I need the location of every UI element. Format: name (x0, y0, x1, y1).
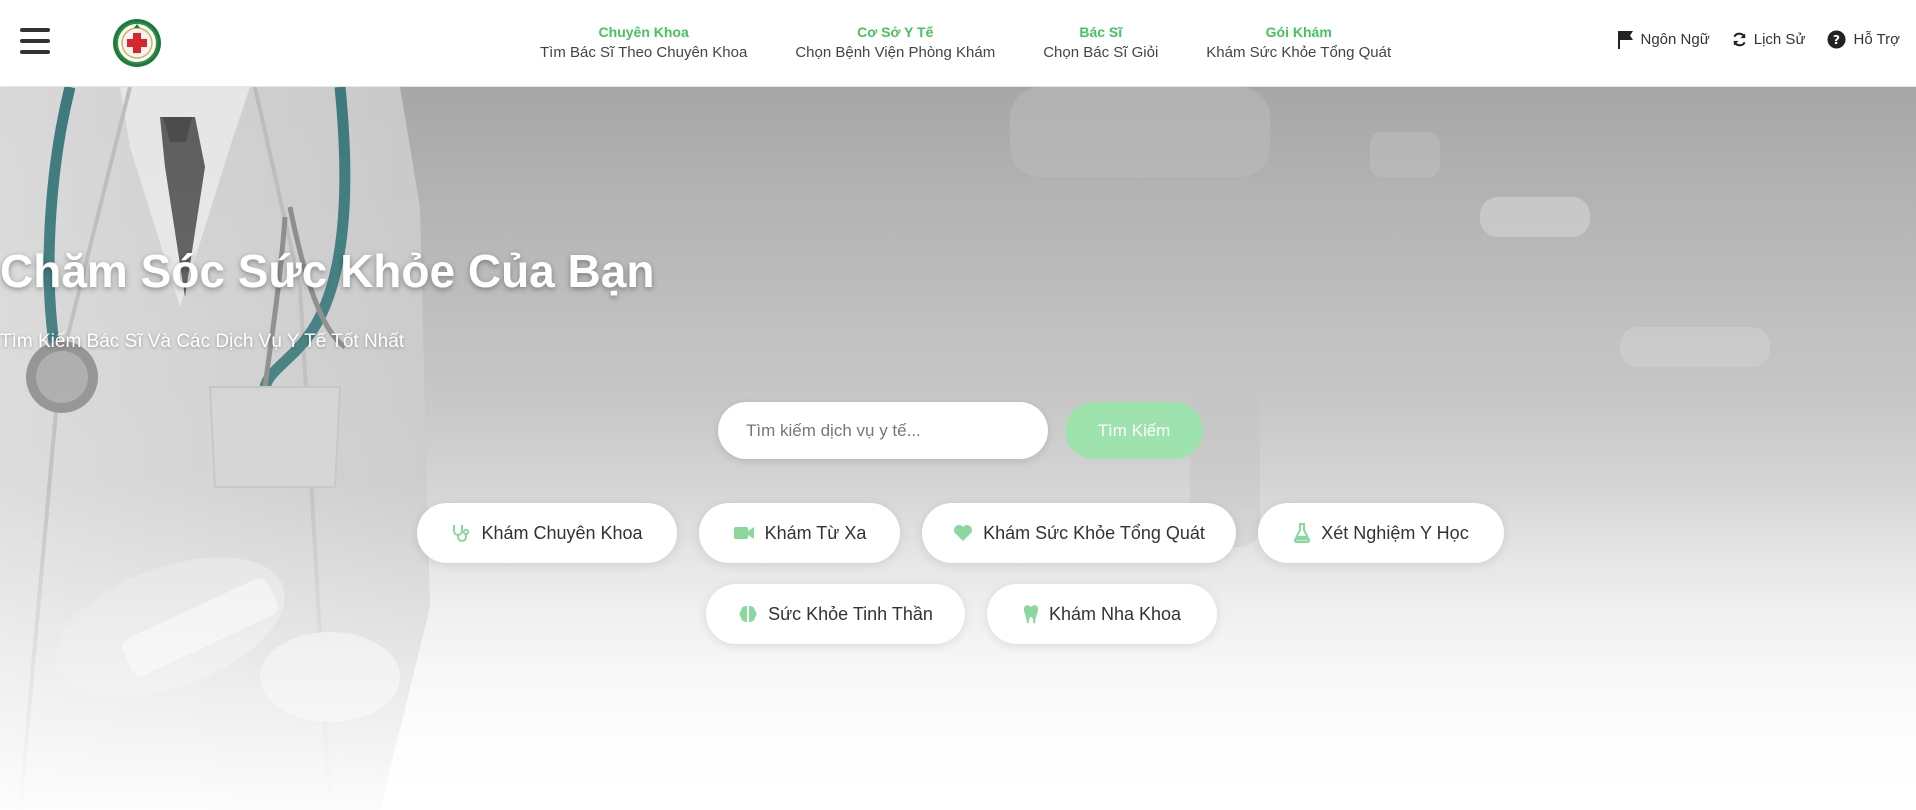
tooth-icon (1023, 605, 1038, 624)
service-kham-suc-khoe-tong-quat[interactable]: Khám Sức Khỏe Tổng Quát (922, 503, 1236, 563)
language-button[interactable]: Ngôn Ngữ (1617, 30, 1710, 49)
history-label: Lịch Sử (1753, 31, 1806, 48)
header-utilities: Ngôn Ngữ Lịch Sử ? Hỗ Trợ (1617, 30, 1900, 49)
nav-title: Bác Sĩ (1079, 24, 1123, 40)
support-label: Hỗ Trợ (1853, 31, 1900, 48)
clinic-logo[interactable] (112, 18, 162, 68)
question-circle-icon: ? (1827, 30, 1847, 49)
service-kham-tu-xa[interactable]: Khám Từ Xa (699, 503, 900, 563)
nav-subtitle: Tìm Bác Sĩ Theo Chuyên Khoa (540, 44, 748, 61)
nav-subtitle: Khám Sức Khỏe Tổng Quát (1206, 44, 1392, 61)
service-label: Xét Nghiệm Y Học (1321, 522, 1469, 543)
service-kham-nha-khoa[interactable]: Khám Nha Khoa (987, 584, 1217, 644)
service-label: Khám Nha Khoa (1048, 603, 1182, 624)
hero-section: Chăm Sóc Sức Khỏe Của Bạn Tìm Kiếm Bác S… (0, 87, 1916, 810)
brain-icon (739, 606, 757, 622)
search-button[interactable]: Tìm Kiếm (1065, 402, 1203, 459)
nav-title: Cơ Sở Y Tế (857, 24, 934, 40)
top-header: Chuyên Khoa Tìm Bác Sĩ Theo Chuyên Khoa … (0, 0, 1916, 87)
heart-icon (954, 525, 973, 541)
service-label: Khám Sức Khỏe Tổng Quát (983, 522, 1205, 543)
nav-title: Chuyên Khoa (598, 24, 689, 40)
service-xet-nghiem-y-hoc[interactable]: Xét Nghiệm Y Học (1258, 503, 1504, 563)
service-suc-khoe-tinh-than[interactable]: Sức Khỏe Tinh Thần (706, 584, 965, 644)
flag-icon (1617, 31, 1633, 49)
history-button[interactable]: Lịch Sử (1732, 31, 1806, 48)
refresh-icon (1733, 32, 1746, 47)
hero-subtitle: Tìm Kiếm Bác Sĩ Và Các Dịch Vụ Y Tế Tốt … (0, 331, 405, 352)
nav-item-goi-kham[interactable]: Gói Khám Khám Sức Khỏe Tổng Quát (1182, 22, 1415, 64)
nav-item-co-so-y-te[interactable]: Cơ Sở Y Tế Chọn Bệnh Viện Phòng Khám (771, 22, 1019, 64)
support-button[interactable]: ? Hỗ Trợ (1827, 30, 1900, 49)
menu-icon[interactable] (20, 28, 50, 54)
nav-subtitle: Chọn Bệnh Viện Phòng Khám (795, 44, 996, 61)
main-nav: Chuyên Khoa Tìm Bác Sĩ Theo Chuyên Khoa … (540, 22, 1415, 64)
search-input[interactable] (718, 402, 1048, 459)
service-kham-chuyen-khoa[interactable]: Khám Chuyên Khoa (417, 503, 677, 563)
service-label: Khám Từ Xa (764, 522, 867, 543)
hero-title: Chăm Sóc Sức Khỏe Của Bạn (0, 245, 655, 297)
nav-item-bac-si[interactable]: Bác Sĩ Chọn Bác Sĩ Giỏi (1019, 22, 1182, 64)
service-label: Sức Khỏe Tinh Thần (768, 603, 933, 624)
nav-subtitle: Chọn Bác Sĩ Giỏi (1043, 44, 1159, 61)
stethoscope-icon (453, 525, 470, 542)
service-label: Khám Chuyên Khoa (481, 522, 643, 543)
nav-title: Gói Khám (1265, 24, 1332, 40)
language-label: Ngôn Ngữ (1640, 31, 1710, 48)
video-icon (733, 527, 754, 539)
flask-icon (1294, 523, 1311, 543)
svg-text:?: ? (1833, 33, 1840, 47)
nav-item-chuyen-khoa[interactable]: Chuyên Khoa Tìm Bác Sĩ Theo Chuyên Khoa (540, 22, 771, 64)
